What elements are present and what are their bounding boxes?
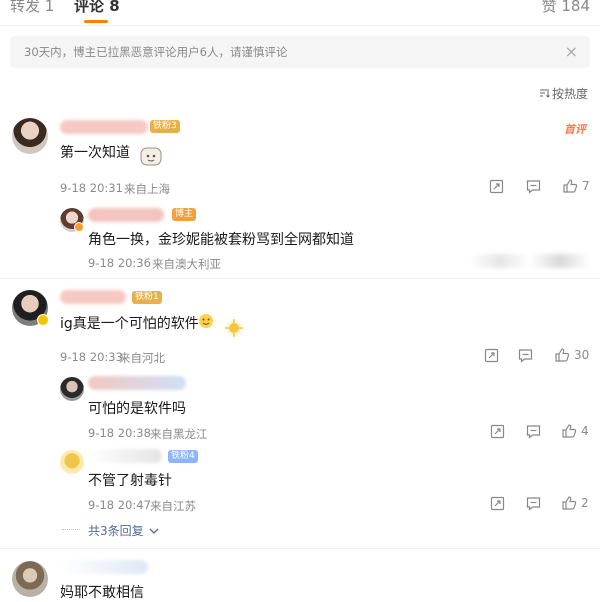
username-blurred[interactable] — [88, 449, 162, 463]
comment-button[interactable] — [526, 179, 541, 194]
avatar[interactable] — [60, 450, 84, 474]
avatar[interactable] — [60, 377, 84, 401]
username-blurred[interactable] — [60, 560, 148, 574]
username-blurred[interactable] — [88, 376, 186, 390]
comment-icon — [526, 497, 541, 511]
like-count: 7 — [582, 179, 590, 193]
tab-repost[interactable]: 转发 1 — [10, 0, 54, 16]
thumbs-up-icon — [562, 496, 577, 510]
thumbs-up-icon — [555, 348, 570, 362]
sort-button[interactable]: 按热度 — [539, 85, 588, 102]
like-button[interactable]: 4 — [561, 423, 589, 439]
comment-time: 9-18 20:33 — [60, 350, 123, 364]
comment-location: 来自河北 — [119, 351, 165, 365]
tab-comment[interactable]: 评论 8 — [74, 0, 120, 16]
comment-location: 来自上海 — [124, 182, 170, 196]
verified-icon — [74, 222, 84, 232]
blurred-actions — [470, 254, 590, 268]
share-icon — [490, 496, 505, 511]
share-icon — [489, 179, 504, 194]
like-count: 30 — [574, 348, 590, 362]
reply-location: 来自江苏 — [150, 499, 196, 513]
close-icon[interactable]: × — [565, 42, 578, 61]
like-button[interactable]: 2 — [561, 495, 589, 511]
author-badge: 博主 — [172, 208, 197, 221]
reply-time: 9-18 20:38 — [88, 426, 151, 440]
like-button[interactable]: 30 — [554, 347, 589, 363]
thumbs-up-icon — [562, 424, 577, 438]
comment-button[interactable] — [518, 348, 533, 363]
reply-time: 9-18 20:47 — [88, 498, 151, 512]
share-icon — [490, 424, 505, 439]
repost-button[interactable] — [484, 348, 499, 363]
tab-active-indicator — [84, 20, 108, 23]
username-blurred[interactable] — [60, 290, 126, 304]
like-button[interactable]: 7 — [562, 178, 590, 194]
sticker-icon — [138, 142, 164, 168]
thumbs-up-icon — [563, 179, 578, 193]
divider — [0, 548, 600, 549]
sort-icon — [539, 87, 550, 101]
more-replies-label: 共3条回复 — [88, 524, 144, 538]
fan-badge: 铁粉4 — [168, 450, 198, 463]
reply-text: 不管了射毒针 — [88, 473, 172, 489]
comment-time: 9-18 20:31 — [60, 181, 123, 195]
chevron-down-icon — [150, 528, 159, 534]
comment-icon — [526, 425, 541, 439]
more-replies-link[interactable]: 共3条回复 — [88, 522, 159, 539]
tab-bar: 转发 1 评论 8 赞 184 — [0, 0, 600, 26]
share-icon — [484, 348, 499, 363]
reply-text: 角色一换，金珍妮能被套粉骂到全网都知道 — [88, 232, 354, 248]
divider — [0, 278, 600, 279]
smile-emoji-icon — [198, 313, 214, 333]
avatar[interactable] — [12, 561, 48, 597]
comment-icon — [518, 349, 533, 363]
comment-text: 妈耶不敢相信 — [60, 585, 144, 601]
like-count: 2 — [581, 496, 589, 510]
reply-location: 来自澳大利亚 — [152, 257, 221, 271]
notice-text: 30天内，博主已拉黑恶意评论用户6人，请谨慎评论 — [24, 45, 288, 59]
fan-badge: 铁粉1 — [132, 291, 162, 304]
repost-button[interactable] — [489, 179, 504, 194]
username-blurred[interactable] — [60, 120, 148, 134]
username-blurred[interactable] — [88, 208, 164, 222]
repost-button[interactable] — [490, 424, 505, 439]
verified-icon — [37, 314, 49, 326]
comment-icon — [526, 180, 541, 194]
repost-button[interactable] — [490, 496, 505, 511]
like-count: 4 — [581, 424, 589, 438]
sparkle-icon — [224, 318, 244, 342]
comment-button[interactable] — [526, 424, 541, 439]
reply-text: 可怕的是软件吗 — [88, 401, 186, 417]
tab-like[interactable]: 赞 184 — [542, 0, 590, 16]
fan-badge: 铁粉3 — [150, 120, 180, 133]
reply-location: 来自黑龙江 — [150, 427, 208, 441]
sort-label: 按热度 — [551, 87, 588, 101]
comment-text: ig真是一个可怕的软件 — [60, 316, 199, 332]
first-comment-tag: 首评 — [564, 123, 586, 136]
comment-button[interactable] — [526, 496, 541, 511]
more-replies-dots — [62, 529, 80, 530]
comment-text: 第一次知道 — [60, 145, 130, 161]
avatar[interactable] — [12, 118, 48, 154]
notice-banner: 30天内，博主已拉黑恶意评论用户6人，请谨慎评论 × — [10, 36, 590, 68]
reply-time: 9-18 20:36 — [88, 256, 151, 270]
